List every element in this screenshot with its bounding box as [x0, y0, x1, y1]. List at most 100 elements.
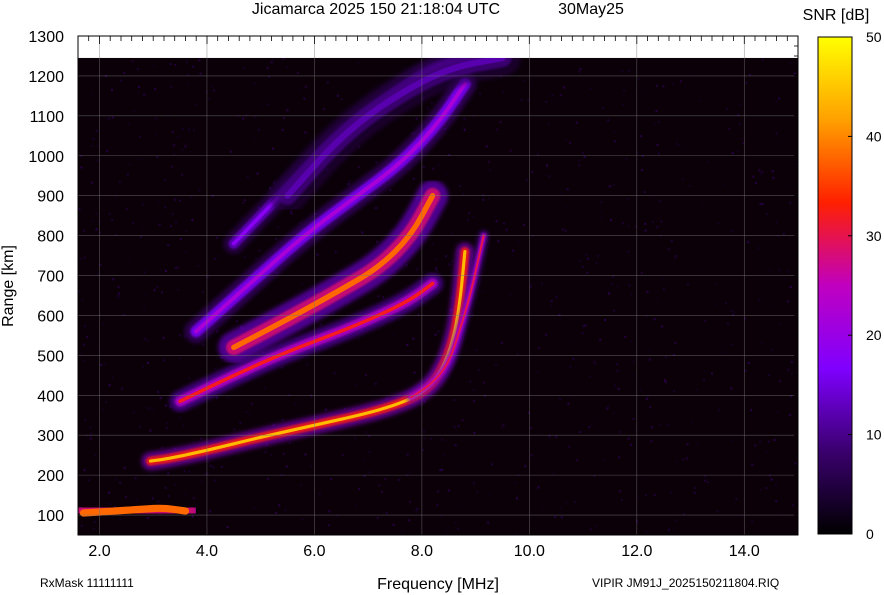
- noise-pixel: [443, 454, 446, 457]
- noise-pixel: [184, 145, 187, 148]
- noise-pixel: [646, 315, 649, 318]
- noise-pixel: [212, 466, 215, 469]
- noise-pixel: [281, 366, 284, 369]
- noise-pixel: [309, 465, 312, 468]
- noise-pixel: [546, 164, 548, 167]
- noise-pixel: [584, 324, 587, 327]
- noise-pixel: [497, 240, 500, 243]
- noise-pixel: [669, 491, 672, 494]
- noise-pixel: [198, 189, 201, 192]
- noise-pixel: [108, 384, 111, 387]
- noise-pixel: [548, 122, 550, 125]
- noise-pixel: [664, 379, 666, 382]
- colorbar-gradient: [817, 36, 853, 535]
- noise-pixel: [98, 348, 101, 351]
- noise-pixel: [415, 117, 418, 120]
- noise-pixel: [457, 208, 460, 211]
- noise-pixel: [139, 135, 142, 138]
- noise-pixel: [94, 454, 97, 457]
- noise-pixel: [653, 494, 656, 497]
- noise-pixel: [716, 510, 719, 513]
- noise-pixel: [527, 99, 530, 102]
- x-tick-label: 2.0: [88, 543, 110, 560]
- noise-pixel: [153, 65, 156, 68]
- noise-pixel: [565, 501, 568, 504]
- y-tick-label: 800: [37, 229, 64, 246]
- noise-pixel: [599, 338, 602, 341]
- noise-pixel: [646, 290, 649, 293]
- noise-pixel: [175, 221, 177, 224]
- noise-pixel: [423, 430, 425, 433]
- noise-pixel: [83, 359, 86, 362]
- noise-pixel: [770, 348, 773, 351]
- noise-pixel: [630, 293, 633, 296]
- noise-pixel: [242, 201, 245, 204]
- noise-pixel: [177, 289, 180, 292]
- noise-pixel: [473, 400, 476, 403]
- noise-pixel: [174, 198, 177, 201]
- noise-pixel: [172, 153, 175, 156]
- noise-pixel: [423, 437, 426, 440]
- noise-pixel: [731, 229, 734, 232]
- noise-pixel: [582, 325, 585, 328]
- noise-pixel: [551, 94, 554, 97]
- noise-pixel: [361, 231, 364, 234]
- noise-pixel: [768, 474, 771, 477]
- noise-pixel: [630, 443, 633, 446]
- noise-pixel: [627, 70, 630, 73]
- noise-pixel: [90, 92, 93, 95]
- noise-pixel: [765, 487, 768, 489]
- noise-pixel: [165, 269, 167, 272]
- noise-pixel: [790, 361, 793, 363]
- noise-pixel: [502, 423, 505, 426]
- noise-pixel: [646, 395, 649, 398]
- noise-pixel: [204, 473, 207, 476]
- noise-pixel: [775, 100, 778, 103]
- noise-pixel: [333, 371, 336, 374]
- noise-pixel: [181, 148, 184, 151]
- noise-pixel: [513, 481, 516, 484]
- noise-pixel: [432, 167, 435, 170]
- noise-pixel: [641, 155, 644, 158]
- noise-pixel: [780, 512, 783, 515]
- noise-pixel: [488, 493, 491, 496]
- noise-pixel: [334, 250, 337, 253]
- noise-pixel: [274, 512, 277, 514]
- noise-pixel: [253, 506, 256, 509]
- noise-pixel: [214, 207, 217, 210]
- noise-pixel: [236, 114, 239, 117]
- noise-pixel: [405, 264, 408, 267]
- noise-pixel: [217, 254, 220, 257]
- noise-pixel: [192, 346, 195, 349]
- y-tick-label: 300: [37, 428, 64, 445]
- noise-pixel: [243, 199, 246, 202]
- noise-pixel: [479, 92, 481, 95]
- noise-pixel: [789, 413, 792, 416]
- noise-pixel: [471, 215, 474, 218]
- noise-pixel: [439, 469, 442, 472]
- y-axis-label: Range [km]: [0, 245, 17, 327]
- noise-pixel: [595, 262, 598, 265]
- noise-pixel: [188, 128, 191, 131]
- noise-pixel: [610, 282, 613, 285]
- noise-pixel: [758, 247, 761, 250]
- noise-pixel: [703, 379, 706, 382]
- noise-pixel: [586, 525, 589, 527]
- noise-pixel: [693, 487, 696, 490]
- noise-pixel: [684, 85, 687, 88]
- noise-pixel: [140, 158, 142, 161]
- noise-pixel: [754, 181, 757, 184]
- noise-pixel: [211, 85, 214, 88]
- noise-pixel: [283, 117, 286, 120]
- noise-pixel: [624, 336, 627, 338]
- noise-pixel: [202, 343, 205, 346]
- noise-pixel: [463, 126, 465, 129]
- noise-pixel: [79, 257, 82, 260]
- noise-pixel: [270, 61, 273, 64]
- noise-pixel: [610, 219, 612, 222]
- noise-pixel: [239, 421, 242, 424]
- noise-pixel: [790, 395, 792, 398]
- x-tick-label: 12.0: [621, 543, 652, 560]
- noise-pixel: [101, 409, 104, 412]
- noise-pixel: [565, 206, 568, 209]
